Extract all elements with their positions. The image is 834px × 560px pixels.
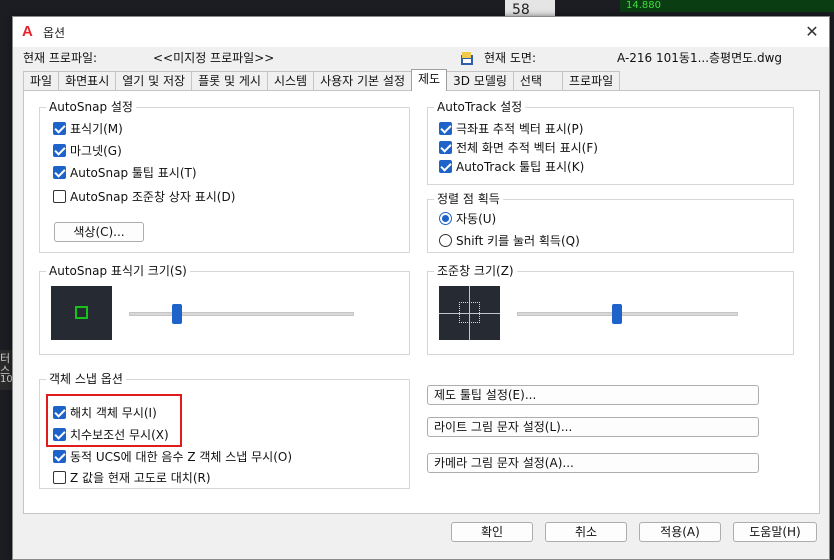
drafting-tab-panel: AutoSnap 설정 표식기(M) 마그넷(G) AutoSnap 툴팁 표시… <box>23 90 820 514</box>
dynamic-ucs-checkbox-row[interactable]: 동적 UCS에 대한 음수 Z 객체 스냅 무시(O) <box>53 447 292 465</box>
cad-text-left-3: 10 <box>0 374 13 385</box>
full-screen-tracking-checkbox[interactable] <box>439 140 452 154</box>
ok-button[interactable]: 확인 <box>451 522 533 542</box>
apply-button[interactable]: 적용(A) <box>639 522 721 542</box>
polar-tracking-label: 극좌표 추적 벡터 표시(P) <box>456 121 584 136</box>
autosnap-tooltip-label: AutoSnap 툴팁 표시(T) <box>70 165 197 180</box>
red-highlight-box <box>46 394 182 447</box>
camera-glyph-settings-button[interactable]: 카메라 그림 문자 설정(A)... <box>427 453 759 473</box>
aperture-box-checkbox[interactable] <box>53 189 66 203</box>
tab-user-preferences[interactable]: 사용자 기본 설정 <box>313 71 412 91</box>
current-profile-label: 현재 프로파일: <box>23 51 98 65</box>
autosnap-tooltip-checkbox[interactable] <box>53 165 66 179</box>
autosnap-settings-group: AutoSnap 설정 표식기(M) 마그넷(G) AutoSnap 툴팁 표시… <box>39 100 410 253</box>
autotrack-tooltip-checkbox[interactable] <box>439 159 452 173</box>
tab-plot-publish[interactable]: 플롯 및 게시 <box>191 71 268 91</box>
aperture-box-icon <box>459 302 480 323</box>
replace-z-label: Z 값을 현재 고도로 대치(R) <box>70 470 211 485</box>
tab-system[interactable]: 시스템 <box>266 71 315 91</box>
shift-acquire-label: Shift 키를 눌러 획득(Q) <box>456 233 580 248</box>
marker-label: 표식기(M) <box>70 121 123 136</box>
marker-checkbox[interactable] <box>53 121 66 135</box>
cancel-button[interactable]: 취소 <box>545 522 627 542</box>
marker-square-icon <box>75 306 88 319</box>
object-snap-options-title: 객체 스냅 옵션 <box>46 372 126 386</box>
shift-acquire-radio[interactable] <box>439 233 452 247</box>
aperture-size-group: 조준창 크기(Z) <box>427 264 794 355</box>
tab-3d-modeling[interactable]: 3D 모델링 <box>446 71 514 91</box>
dialog-title: 옵션 <box>43 26 66 40</box>
marker-size-title: AutoSnap 표식기 크기(S) <box>46 264 190 278</box>
aperture-size-slider-track[interactable] <box>517 312 738 316</box>
profile-info-row: 현재 프로파일: <<미지정 프로파일>> 현재 도면: A-216 101동1… <box>13 49 829 69</box>
tab-display[interactable]: 화면표시 <box>58 71 117 91</box>
automatic-radio-row[interactable]: 자동(U) <box>439 209 496 227</box>
automatic-radio[interactable] <box>439 211 452 225</box>
tab-strip: 파일 화면표시 열기 및 저장 플롯 및 게시 시스템 사용자 기본 설정 제도… <box>23 69 621 91</box>
current-drawing-label: 현재 도면: <box>484 51 537 65</box>
colors-button[interactable]: 색상(C)... <box>54 222 144 242</box>
drafting-tooltip-settings-button[interactable]: 제도 툴팁 설정(E)... <box>427 385 759 405</box>
close-icon[interactable]: ✕ <box>803 23 821 41</box>
aperture-size-title: 조준창 크기(Z) <box>434 264 517 278</box>
tab-files[interactable]: 파일 <box>23 71 60 91</box>
marker-size-preview <box>51 286 112 340</box>
alignment-point-group: 정렬 점 획득 자동(U) Shift 키를 눌러 획득(Q) <box>427 192 794 253</box>
full-screen-tracking-label: 전체 화면 추적 벡터 표시(F) <box>456 140 598 155</box>
magnet-label: 마그넷(G) <box>70 143 122 158</box>
help-button[interactable]: 도움말(H) <box>733 522 817 542</box>
marker-size-group: AutoSnap 표식기 크기(S) <box>39 264 410 355</box>
options-dialog: A 옵션 ✕ 현재 프로파일: <<미지정 프로파일>> 현재 도면: A-21… <box>12 16 830 560</box>
autotrack-tooltip-label: AutoTrack 툴팁 표시(K) <box>456 159 585 174</box>
aperture-box-label: AutoSnap 조준창 상자 표시(D) <box>70 189 236 204</box>
light-glyph-settings-button[interactable]: 라이트 그림 문자 설정(L)... <box>427 417 759 437</box>
marker-size-slider-thumb[interactable] <box>172 304 182 324</box>
tab-drafting[interactable]: 제도 <box>411 69 448 91</box>
autosnap-tooltip-checkbox-row[interactable]: AutoSnap 툴팁 표시(T) <box>53 163 197 181</box>
tab-profiles[interactable]: 프로파일 <box>562 71 621 91</box>
autotrack-tooltip-checkbox-row[interactable]: AutoTrack 툴팁 표시(K) <box>439 157 584 175</box>
replace-z-checkbox-row[interactable]: Z 값을 현재 고도로 대치(R) <box>53 468 211 486</box>
alignment-point-title: 정렬 점 획득 <box>434 192 503 206</box>
autosnap-settings-title: AutoSnap 설정 <box>46 100 136 114</box>
current-profile-value: <<미지정 프로파일>> <box>153 51 275 65</box>
full-screen-tracking-checkbox-row[interactable]: 전체 화면 추적 벡터 표시(F) <box>439 138 598 156</box>
shift-acquire-radio-row[interactable]: Shift 키를 눌러 획득(Q) <box>439 231 580 249</box>
polar-tracking-checkbox[interactable] <box>439 121 452 135</box>
magnet-checkbox[interactable] <box>53 143 66 157</box>
tab-selection[interactable]: 선택 <box>512 71 563 91</box>
polar-tracking-checkbox-row[interactable]: 극좌표 추적 벡터 표시(P) <box>439 119 583 137</box>
tab-open-save[interactable]: 열기 및 저장 <box>115 71 193 91</box>
dynamic-ucs-checkbox[interactable] <box>53 449 66 463</box>
cad-number-14880: 14.880 <box>626 0 661 11</box>
aperture-size-preview <box>439 286 500 340</box>
aperture-size-slider-thumb[interactable] <box>611 304 622 324</box>
dialog-titlebar[interactable]: A 옵션 ✕ <box>13 17 829 47</box>
autotrack-settings-group: AutoTrack 설정 극좌표 추적 벡터 표시(P) 전체 화면 추적 벡터… <box>427 100 794 185</box>
dynamic-ucs-label: 동적 UCS에 대한 음수 Z 객체 스냅 무시(O) <box>70 449 293 464</box>
magnet-checkbox-row[interactable]: 마그넷(G) <box>53 141 122 159</box>
marker-size-slider-track[interactable] <box>129 312 354 316</box>
replace-z-checkbox[interactable] <box>53 470 66 484</box>
aperture-box-checkbox-row[interactable]: AutoSnap 조준창 상자 표시(D) <box>53 187 235 205</box>
current-drawing-value: A-216 101동1...층평면도.dwg <box>617 51 783 65</box>
autocad-logo-icon: A <box>22 23 33 40</box>
automatic-label: 자동(U) <box>456 211 497 226</box>
drawing-file-icon <box>461 52 473 65</box>
autotrack-settings-title: AutoTrack 설정 <box>434 100 526 114</box>
marker-checkbox-row[interactable]: 표식기(M) <box>53 119 123 137</box>
